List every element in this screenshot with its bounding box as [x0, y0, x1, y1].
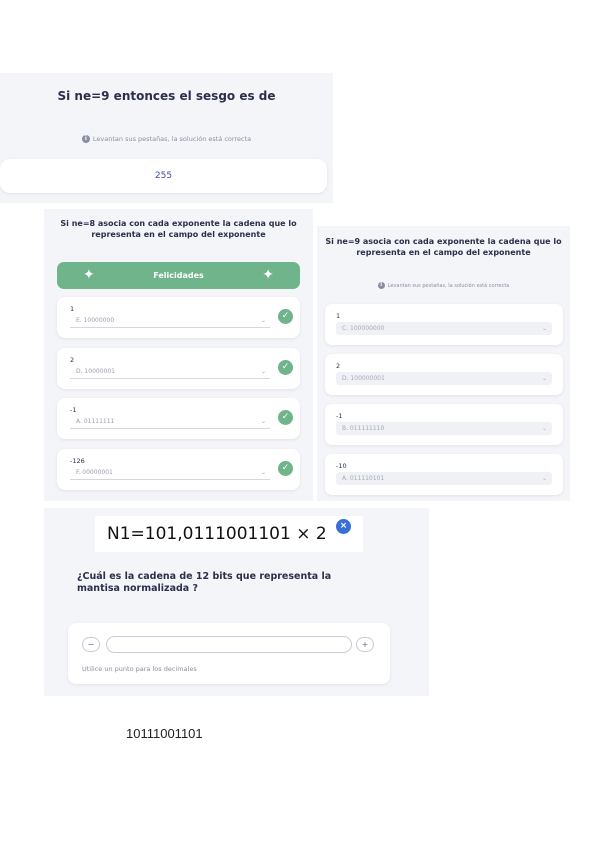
question-title: Si ne=8 asocia con cada exponente la cad… — [60, 219, 297, 239]
answer-card: − + Utilice un punto para los decimales — [68, 623, 390, 684]
exponent-label: 2 — [336, 362, 341, 370]
answer-input[interactable] — [106, 636, 352, 653]
match-row: -126 F. 00000001 ⌄ ✓ — [57, 449, 300, 490]
exponent-select[interactable]: A. 01111111 ⌄ — [70, 416, 270, 429]
match-row: 2 D. 100000001 ⌄ — [325, 354, 563, 395]
banner-label: Felicidades — [153, 271, 204, 280]
increment-button[interactable]: + — [356, 637, 374, 652]
select-value: D. 10000001 — [76, 368, 115, 375]
match-row: 1 E. 10000000 ⌄ ✓ — [57, 297, 300, 338]
chevron-down-icon: ⌄ — [541, 425, 547, 432]
exponent-select[interactable]: A. 011110101 ⌄ — [336, 472, 552, 485]
chevron-down-icon: ⌄ — [260, 368, 266, 375]
exponent-select[interactable]: B. 011111110 ⌄ — [336, 422, 552, 435]
hint-text: i Levantan sus pestañas, la solución está… — [317, 282, 570, 289]
match-row: 1 C. 100000000 ⌄ — [325, 304, 563, 345]
chevron-down-icon: ⌄ — [541, 475, 547, 482]
chevron-down-icon: ⌄ — [260, 418, 266, 425]
chevron-down-icon: ⌄ — [260, 469, 266, 476]
exponent-select[interactable]: E. 10000000 ⌄ — [70, 315, 270, 328]
exponent-select[interactable]: F. 00000001 ⌄ — [70, 467, 270, 480]
hint-label: Levantan sus pestañas, la solución está … — [92, 135, 252, 143]
select-value: B. 011111110 — [342, 425, 385, 432]
check-icon: ✓ — [278, 410, 293, 425]
select-value: A. 01111111 — [76, 418, 115, 425]
formula-image: N1=101,0111001101 × 2 — [95, 516, 363, 552]
select-value: E. 10000000 — [76, 317, 115, 324]
exponent-label: 2 — [70, 356, 75, 364]
sparkle-icon: ✦ — [83, 267, 95, 283]
answer-field[interactable]: 255 — [0, 159, 327, 193]
match-row: -10 A. 011110101 ⌄ — [325, 454, 563, 495]
exponent-label: 1 — [336, 312, 341, 320]
select-value: F. 00000001 — [76, 469, 113, 476]
question-title: ¿Cuál es la cadena de 12 bits que repres… — [77, 571, 332, 594]
exponent-select[interactable]: C. 100000000 ⌄ — [336, 322, 552, 335]
exponent-select[interactable]: D. 10000001 ⌄ — [70, 366, 270, 379]
chevron-down-icon: ⌄ — [260, 317, 266, 324]
handwritten-answer: 10111001101 — [126, 726, 203, 741]
question-title: Si ne=9 asocia con cada exponente la cad… — [325, 237, 562, 257]
mantissa-question-panel: N1=101,0111001101 × 2 × ¿Cuál es la cade… — [44, 508, 429, 696]
exponent-select[interactable]: D. 100000001 ⌄ — [336, 372, 552, 385]
exponent-label: -126 — [70, 457, 85, 465]
input-note: Utilice un punto para los decimales — [82, 665, 197, 673]
hint-text: i Levantan sus pestañas, la solución está… — [0, 135, 333, 143]
match-row: 2 D. 10000001 ⌄ ✓ — [57, 348, 300, 389]
exponent-label: -1 — [336, 412, 343, 420]
info-icon: i — [81, 135, 90, 143]
decrement-button[interactable]: − — [82, 637, 100, 652]
select-value: A. 011110101 — [342, 475, 385, 482]
check-icon: ✓ — [278, 360, 293, 375]
check-icon: ✓ — [278, 461, 293, 476]
bias-question-panel: Si ne=9 entonces el sesgo es de i Levanta… — [0, 73, 333, 203]
match-row: -1 A. 01111111 ⌄ ✓ — [57, 398, 300, 439]
select-value: C. 100000000 — [342, 325, 385, 332]
close-icon[interactable]: × — [336, 519, 351, 534]
success-banner: ✦ Felicidades ✦ — [57, 262, 300, 289]
exponent-label: 1 — [70, 305, 75, 313]
match-row: -1 B. 011111110 ⌄ — [325, 404, 563, 445]
exponent-label: -1 — [70, 406, 77, 414]
hint-label: Levantan sus pestañas, la solución está … — [387, 283, 510, 289]
sparkle-icon: ✦ — [262, 267, 274, 283]
chevron-down-icon: ⌄ — [541, 375, 547, 382]
chevron-down-icon: ⌄ — [541, 325, 547, 332]
exponent-matching-ne9-panel: Si ne=9 asocia con cada exponente la cad… — [317, 226, 570, 501]
exponent-label: -10 — [336, 462, 347, 470]
check-icon: ✓ — [278, 309, 293, 324]
select-value: D. 100000001 — [342, 375, 385, 382]
info-icon: i — [377, 282, 385, 289]
exponent-matching-ne8-panel: Si ne=8 asocia con cada exponente la cad… — [44, 209, 313, 501]
question-title: Si ne=9 entonces el sesgo es de — [57, 89, 276, 103]
